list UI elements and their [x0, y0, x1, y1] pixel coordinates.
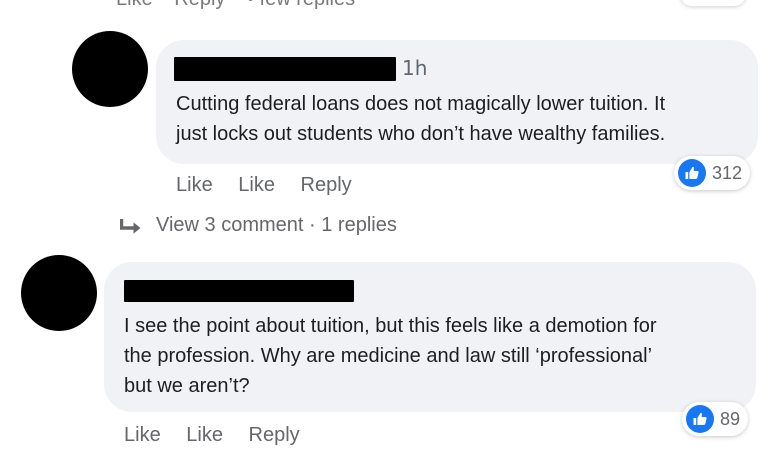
comment-actions: Like Like Reply	[124, 424, 300, 447]
previous-replies-link[interactable]: • few replies	[247, 0, 355, 10]
comment-bubble: 1h Cutting federal loans does not magica…	[156, 40, 758, 164]
redacted-author-name[interactable]	[124, 280, 354, 302]
reaction-count-pill[interactable]: 312	[674, 156, 751, 190]
redacted-author-name[interactable]	[174, 57, 396, 81]
comment-timestamp[interactable]: 1h	[402, 56, 427, 80]
previous-like-action[interactable]: Like	[116, 0, 153, 10]
comment-text: I see the point about tuition, but this …	[124, 315, 657, 397]
avatar[interactable]	[21, 255, 97, 331]
like-action[interactable]: Like	[176, 174, 213, 196]
reaction-count-pill[interactable]: 89	[682, 402, 749, 436]
thumbs-up-icon	[678, 159, 706, 187]
comment-actions: Like Like Reply	[176, 174, 352, 197]
reply-action[interactable]: Reply	[301, 174, 352, 196]
reply-action[interactable]: Reply	[249, 424, 300, 446]
thumbs-up-icon	[686, 405, 714, 433]
previous-reply-action[interactable]: Reply	[174, 0, 225, 10]
view-replies-text: View 3 comment · 1 replies	[156, 214, 397, 236]
comment-text: Cutting federal loans does not magically…	[176, 93, 666, 145]
avatar[interactable]	[72, 31, 148, 107]
comment-bubble: I see the point about tuition, but this …	[104, 262, 756, 412]
like-action[interactable]: Like	[238, 174, 275, 196]
like-action[interactable]: Like	[124, 424, 161, 446]
reaction-count: 312	[712, 162, 743, 183]
view-replies-link[interactable]: View 3 comment · 1 replies	[118, 214, 397, 237]
reply-arrow-icon	[120, 218, 141, 234]
reaction-count: 89	[720, 408, 741, 429]
previous-comment-actions: Like Reply • few replies	[116, 0, 371, 11]
like-action[interactable]: Like	[186, 424, 223, 446]
previous-reaction-pill	[680, 0, 746, 6]
